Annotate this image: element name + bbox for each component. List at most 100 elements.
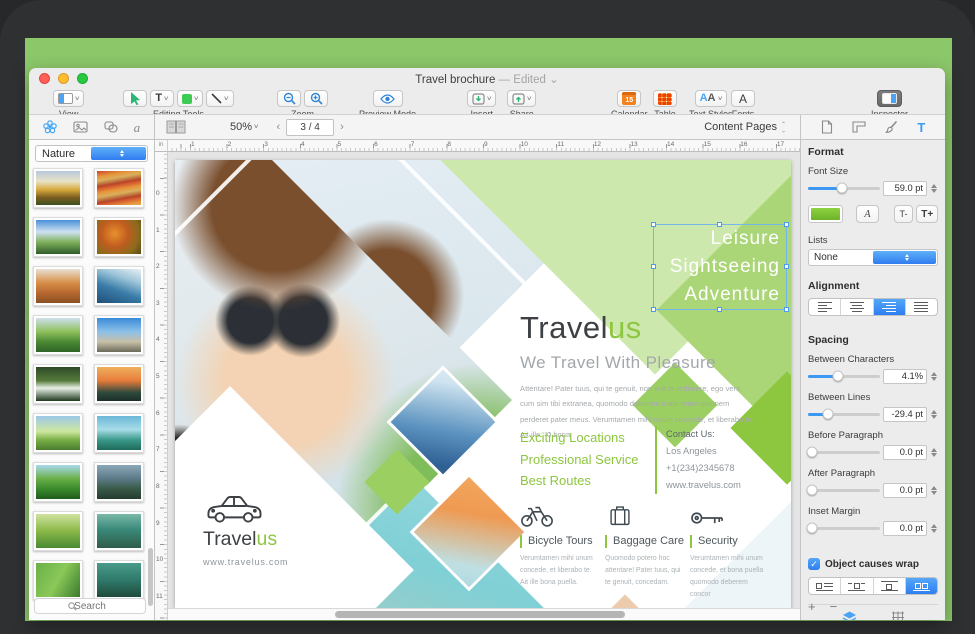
thumbnail-valley-clouds[interactable] bbox=[33, 217, 83, 257]
slider-thumb[interactable] bbox=[832, 370, 844, 382]
slider-thumb[interactable] bbox=[822, 408, 834, 420]
calendar-button[interactable]: 15 bbox=[617, 90, 642, 107]
art-text-tab-icon[interactable]: a bbox=[134, 121, 141, 134]
canvas-viewport[interactable]: Leisure Sightseeing Adventure Travelus We … bbox=[168, 152, 800, 608]
font-size-slider[interactable] bbox=[808, 182, 880, 194]
search-input[interactable] bbox=[35, 599, 145, 613]
line-tool-button[interactable]: ∨ bbox=[206, 90, 234, 107]
next-page-button[interactable]: › bbox=[340, 121, 344, 133]
slider-thumb[interactable] bbox=[836, 182, 848, 194]
zoom-level-control[interactable]: 50% ∨ bbox=[230, 121, 259, 133]
value-field[interactable]: 59.0 pt bbox=[883, 180, 927, 196]
pages-mode-select[interactable]: Content Pages ⌃ ⌃ bbox=[704, 121, 786, 133]
inset-margin-slider[interactable] bbox=[806, 522, 880, 534]
thumbnail-autumn-forest-mountain[interactable] bbox=[33, 168, 83, 208]
stepper[interactable] bbox=[930, 447, 938, 457]
thumbnail-waterfall-forest[interactable] bbox=[33, 364, 83, 404]
value-field[interactable]: 0.0 pt bbox=[883, 482, 927, 498]
stepper[interactable] bbox=[930, 409, 938, 419]
align-left-button[interactable] bbox=[809, 299, 842, 315]
thumbnail-tropical-shore[interactable] bbox=[94, 413, 144, 453]
remove-layer-button[interactable]: − bbox=[830, 599, 838, 614]
thumbnail-green-terrace[interactable] bbox=[33, 560, 83, 600]
selection-handle[interactable] bbox=[784, 307, 789, 312]
zoom-in-button[interactable] bbox=[304, 90, 328, 107]
between-lines-slider[interactable] bbox=[808, 408, 880, 420]
selection-handle[interactable] bbox=[784, 264, 789, 269]
wrap-none-button[interactable] bbox=[905, 578, 937, 594]
inspector-button[interactable] bbox=[877, 90, 903, 107]
before-paragraph-slider[interactable] bbox=[806, 446, 880, 458]
shapes-tab-icon[interactable] bbox=[104, 121, 118, 133]
thumbnail-golf-course[interactable] bbox=[33, 462, 83, 502]
select-tool-button[interactable] bbox=[123, 90, 147, 107]
zoom-out-button[interactable] bbox=[277, 90, 301, 107]
wrap-checkbox[interactable]: ✓ bbox=[808, 558, 820, 570]
stepper[interactable] bbox=[930, 485, 938, 495]
collection-select[interactable]: Nature bbox=[35, 145, 148, 162]
slider-thumb[interactable] bbox=[806, 522, 818, 534]
fonts-button[interactable]: A bbox=[731, 90, 755, 107]
shape-tool-button[interactable]: ∨ bbox=[177, 90, 204, 107]
lists-select[interactable]: None bbox=[808, 249, 938, 266]
between-characters-slider[interactable] bbox=[808, 370, 880, 382]
horizontal-scrollbar[interactable] bbox=[168, 608, 800, 620]
align-center-button[interactable] bbox=[841, 299, 874, 315]
thumbnail-terraced-hills[interactable] bbox=[33, 511, 83, 551]
text-styles-button[interactable]: A A ∨ bbox=[694, 90, 727, 107]
photos-tab-icon[interactable] bbox=[73, 121, 88, 133]
slider-thumb[interactable] bbox=[806, 446, 818, 458]
page-indicator[interactable]: 3 / 4 bbox=[286, 118, 335, 136]
align-justify-button[interactable] bbox=[906, 299, 937, 315]
value-field[interactable]: 0.0 pt bbox=[883, 444, 927, 460]
value-field[interactable]: 0.0 pt bbox=[883, 520, 927, 536]
thumbnail-spring-meadow[interactable] bbox=[33, 413, 83, 453]
stepper[interactable] bbox=[930, 371, 938, 381]
slider-thumb[interactable] bbox=[806, 484, 818, 496]
stepper[interactable] bbox=[930, 523, 938, 533]
selection-handle[interactable] bbox=[717, 222, 722, 227]
thumbnail-emerald-river[interactable] bbox=[94, 560, 144, 600]
increase-size-button[interactable]: T+ bbox=[916, 205, 938, 223]
selection-handle[interactable] bbox=[784, 222, 789, 227]
stepper[interactable] bbox=[930, 183, 938, 193]
value-field[interactable]: 4.1% bbox=[883, 368, 927, 384]
previous-page-button[interactable]: ‹ bbox=[276, 121, 280, 133]
sidebar-scrollbar[interactable] bbox=[148, 548, 153, 606]
selected-text-frame[interactable]: Leisure Sightseeing Adventure bbox=[651, 222, 789, 312]
thumbnail-painted-hills[interactable] bbox=[94, 168, 144, 208]
selection-handle[interactable] bbox=[651, 264, 656, 269]
thumbnail-river-canyon[interactable] bbox=[94, 511, 144, 551]
page-setup-tab-icon[interactable] bbox=[821, 120, 833, 134]
after-paragraph-slider[interactable] bbox=[806, 484, 880, 496]
style-brush-tab-icon[interactable] bbox=[885, 120, 898, 134]
align-right-button[interactable] bbox=[873, 299, 906, 315]
selection-handle[interactable] bbox=[651, 222, 656, 227]
selection-handle[interactable] bbox=[717, 307, 722, 312]
share-button[interactable]: ∨ bbox=[507, 90, 537, 107]
layers-tab-icon[interactable] bbox=[842, 611, 857, 620]
thumbnail-rolling-farmland[interactable] bbox=[33, 315, 83, 355]
selection-handle[interactable] bbox=[651, 307, 656, 312]
value-field[interactable]: -29.4 pt bbox=[883, 406, 927, 422]
character-style-button[interactable]: A bbox=[856, 205, 879, 223]
text-tab-icon[interactable]: T bbox=[917, 121, 925, 134]
brochure-page[interactable]: Leisure Sightseeing Adventure Travelus We … bbox=[175, 160, 791, 608]
wrap-left-button[interactable] bbox=[809, 578, 842, 594]
add-layer-button[interactable]: + bbox=[808, 599, 816, 614]
wrap-center-button[interactable] bbox=[841, 578, 874, 594]
preview-mode-button[interactable] bbox=[372, 90, 403, 107]
insert-button[interactable]: ∨ bbox=[467, 90, 497, 107]
table-button[interactable] bbox=[653, 90, 677, 107]
facing-pages-button[interactable] bbox=[166, 120, 186, 134]
scrollbar-thumb[interactable] bbox=[335, 611, 625, 618]
text-tool-button[interactable]: T ∨ bbox=[150, 90, 174, 107]
thumbnail-autumn-canopy[interactable] bbox=[94, 217, 144, 257]
text-color-well[interactable] bbox=[808, 205, 844, 223]
thumbnail-coastal-tree[interactable] bbox=[94, 315, 144, 355]
margins-tab-icon[interactable] bbox=[852, 121, 866, 133]
wrap-topbottom-button[interactable] bbox=[874, 578, 906, 594]
thumbnail-ocean-waves[interactable] bbox=[94, 266, 144, 306]
thumbnail-palm-sunset[interactable] bbox=[94, 364, 144, 404]
view-button[interactable]: ∨ bbox=[53, 90, 85, 107]
